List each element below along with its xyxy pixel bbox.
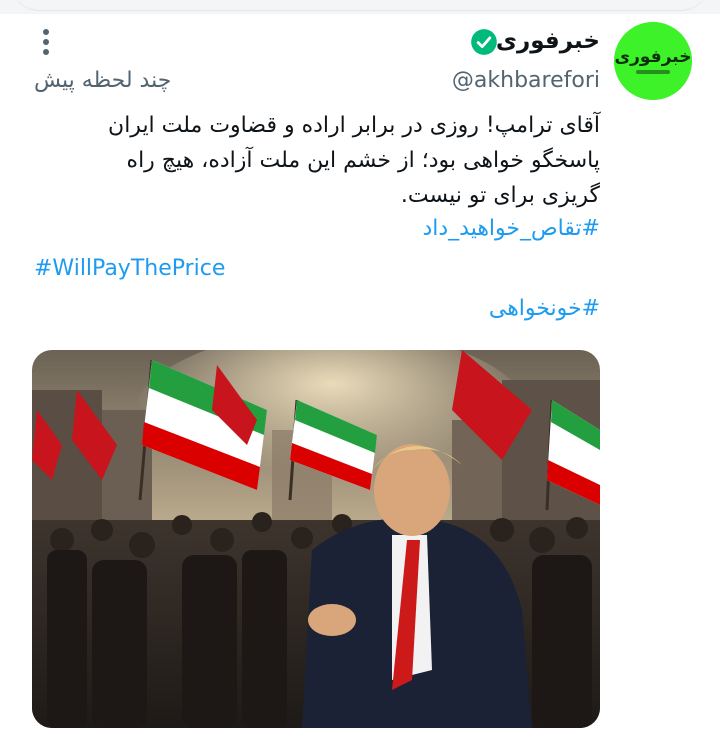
account-handle[interactable]: @akhbarefori [452, 68, 600, 93]
display-name[interactable]: خبرفوری [496, 28, 600, 54]
svg-text:خبرفوری: خبرفوری [615, 47, 692, 67]
account-avatar[interactable]: خبرفوری [614, 22, 692, 100]
hashtag-khoonkhahi[interactable]: #خونخواهی [489, 296, 600, 321]
post-image[interactable] [32, 350, 600, 728]
post-timestamp[interactable]: چند لحظه پیش [34, 68, 171, 93]
verified-check-icon [471, 29, 497, 55]
post-text: آقای ترامپ! روزی در برابر اراده و قضاوت … [108, 113, 600, 208]
post-card[interactable]: خبرفوری خبرفوری @akhbarefori چند لحظه پی… [0, 14, 720, 754]
avatar-logo: خبرفوری [614, 22, 692, 100]
hashtag-taghas[interactable]: #تقاص_خواهید_داد [422, 216, 600, 241]
previous-item-edge [0, 0, 720, 14]
protest-scene-image [32, 350, 600, 728]
hashtag-willpaytheprice[interactable]: #WillPayThePrice [34, 256, 225, 281]
more-options-icon[interactable] [36, 26, 56, 60]
